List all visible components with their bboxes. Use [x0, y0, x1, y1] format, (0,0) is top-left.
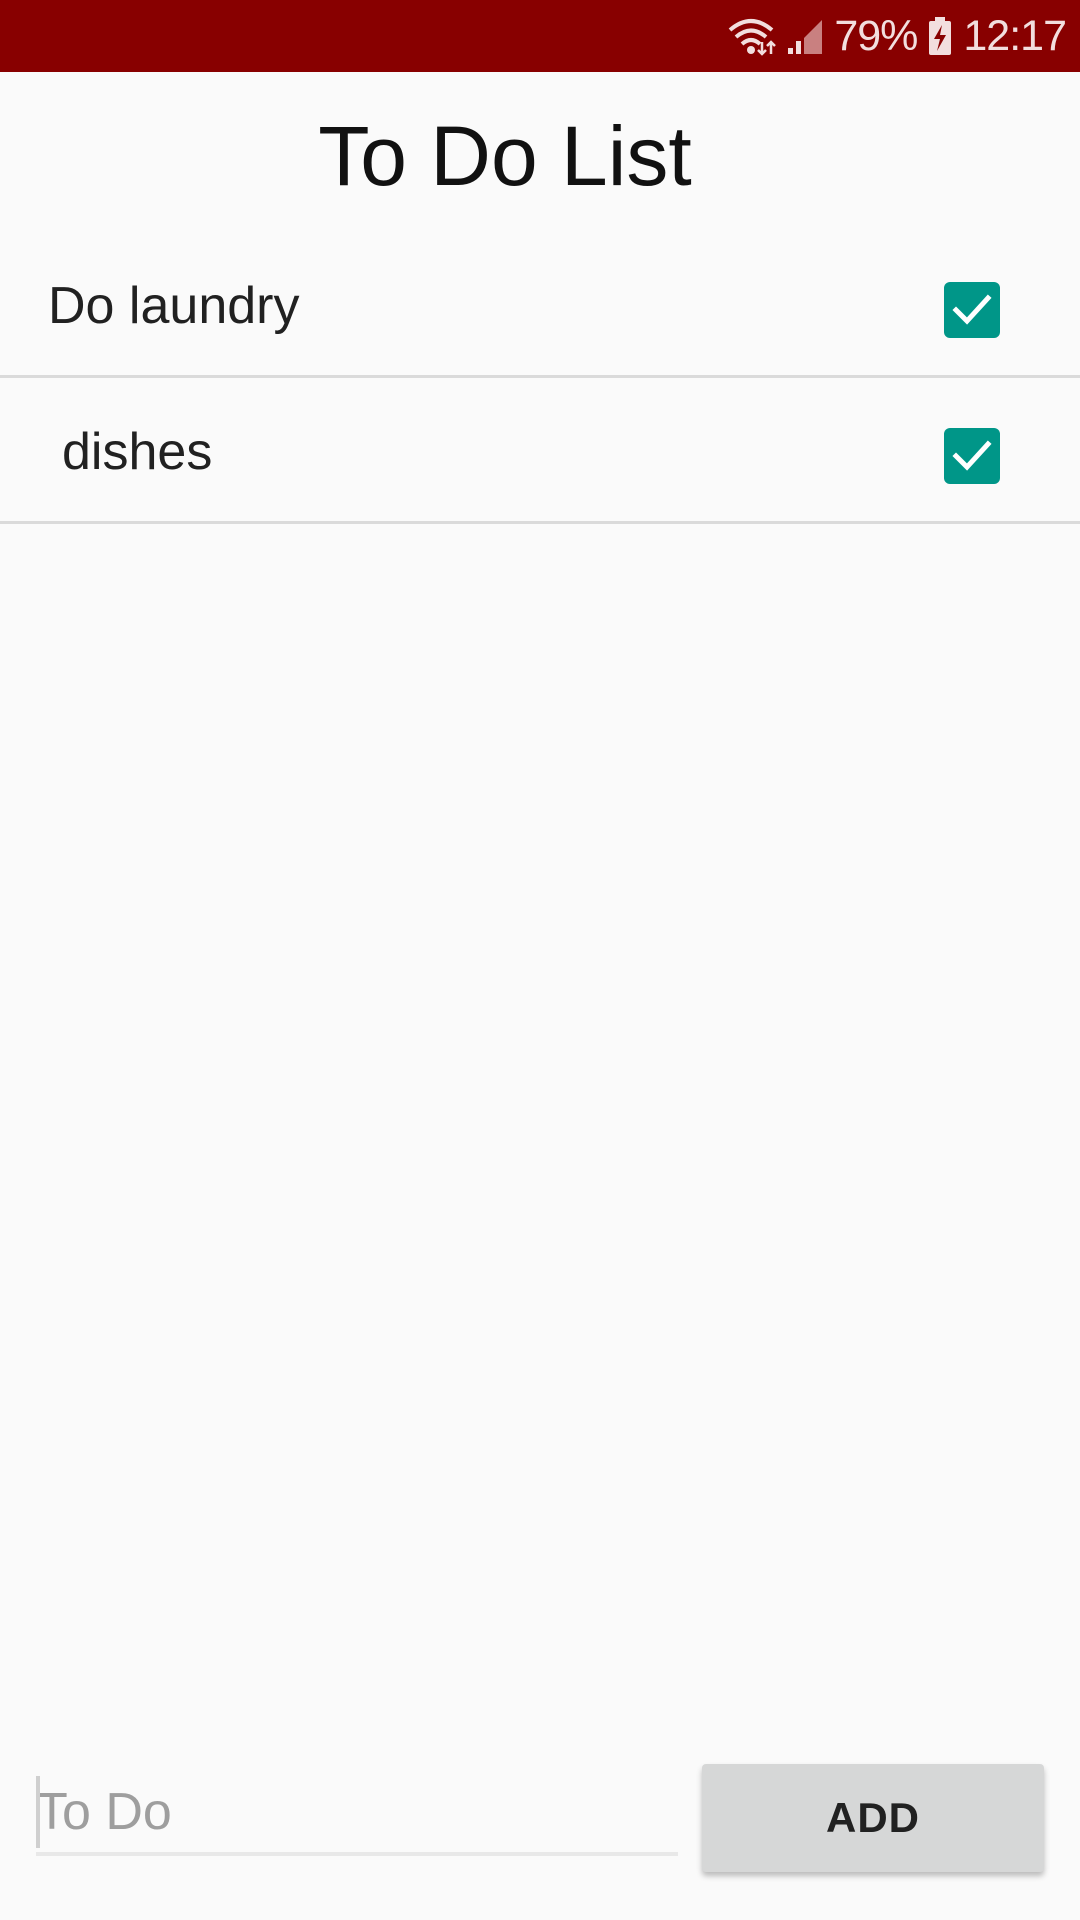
battery-charging-icon — [927, 16, 953, 56]
todo-label: Do laundry — [48, 277, 300, 335]
todo-checkbox[interactable] — [944, 282, 1000, 338]
list-item[interactable]: Do laundry — [0, 232, 1080, 378]
todo-input[interactable] — [36, 1772, 678, 1856]
checkmark-icon — [952, 440, 992, 471]
todo-list: Do laundry dishes — [0, 232, 1080, 524]
battery-percent: 79% — [834, 11, 918, 60]
app-screen: 79% 12:17 To Do List Do laundry dishes T… — [0, 0, 1080, 1920]
page-title: To Do List — [318, 109, 692, 203]
todo-label: dishes — [62, 423, 213, 481]
text-cursor — [36, 1776, 40, 1848]
status-bar: 79% 12:17 — [0, 0, 1080, 72]
list-item[interactable]: dishes — [0, 378, 1080, 524]
checkmark-icon — [952, 294, 992, 325]
wifi-icon — [726, 16, 777, 56]
add-button[interactable]: ADD — [702, 1764, 1044, 1872]
todo-checkbox[interactable] — [944, 428, 1000, 484]
add-todo-bar: ADD — [0, 1760, 1080, 1880]
clock: 12:17 — [963, 11, 1067, 60]
signal-icon — [786, 16, 824, 56]
